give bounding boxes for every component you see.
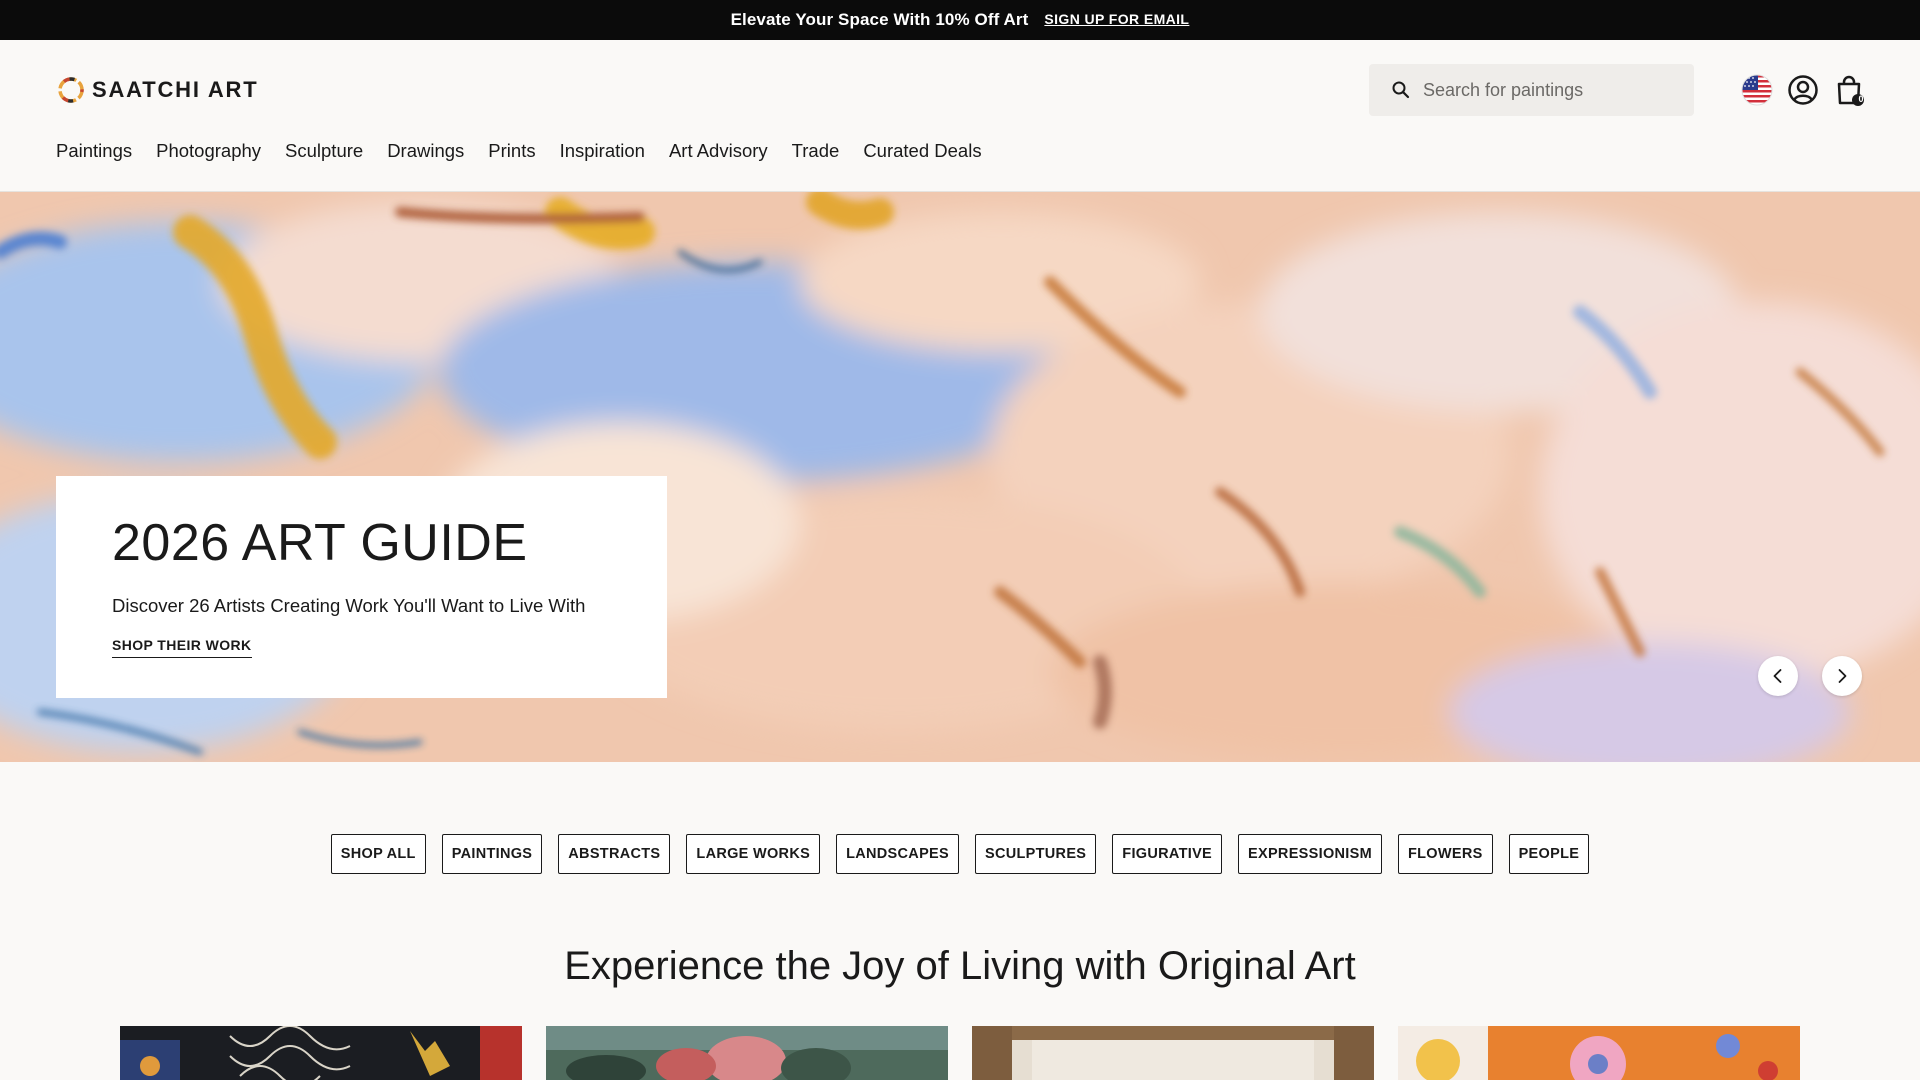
chip-sculptures[interactable]: SCULPTURES [974, 834, 1097, 874]
nav-item-curated-deals[interactable]: Curated Deals [863, 140, 981, 162]
logo-mark-icon [58, 77, 84, 103]
category-chips: SHOP ALL PAINTINGS ABSTRACTS LARGE WORKS… [0, 834, 1920, 874]
main-nav: Paintings Photography Sculpture Drawings… [56, 140, 982, 162]
chip-large-works[interactable]: LARGE WORKS [686, 834, 821, 874]
chip-flowers[interactable]: FLOWERS [1397, 834, 1493, 874]
shop-their-work-link[interactable]: SHOP THEIR WORK [112, 637, 252, 658]
promo-text: Elevate Your Space With 10% Off Art [730, 10, 1029, 29]
nav-item-photography[interactable]: Photography [156, 140, 261, 162]
nav-item-sculpture[interactable]: Sculpture [285, 140, 363, 162]
nav-item-art-advisory[interactable]: Art Advisory [669, 140, 768, 162]
chip-shop-all[interactable]: SHOP ALL [330, 834, 426, 874]
cart-count-badge: 0 [1858, 94, 1864, 104]
chevron-left-icon [1773, 669, 1782, 683]
nav-item-inspiration[interactable]: Inspiration [560, 140, 645, 162]
nav-item-paintings[interactable]: Paintings [56, 140, 132, 162]
carousel-prev-button[interactable] [1758, 656, 1798, 696]
art-thumbnail[interactable] [120, 1026, 522, 1080]
chip-people[interactable]: PEOPLE [1508, 834, 1590, 874]
account-icon[interactable] [1786, 73, 1820, 107]
chip-abstracts[interactable]: ABSTRACTS [558, 834, 671, 874]
promo-bar: Elevate Your Space With 10% Off Art SIGN… [0, 0, 1920, 40]
site-header: SAATCHI ART Search for paintings 0 Paint… [0, 40, 1920, 192]
art-thumbnails [120, 1026, 1800, 1080]
email-signup-link[interactable]: SIGN UP FOR EMAIL [1044, 11, 1189, 27]
search-box[interactable] [1369, 64, 1694, 116]
art-thumbnail-image [1398, 1026, 1800, 1080]
art-thumbnail[interactable] [1398, 1026, 1800, 1080]
hero-banner[interactable]: 2026 ART GUIDE Discover 26 Artists Creat… [0, 192, 1920, 762]
chevron-right-icon [1838, 669, 1847, 683]
hero-title: 2026 ART GUIDE [112, 514, 528, 572]
nav-item-drawings[interactable]: Drawings [387, 140, 464, 162]
section-title: Experience the Joy of Living with Origin… [564, 944, 1356, 988]
art-thumbnail-image [546, 1026, 948, 1080]
chip-paintings[interactable]: PAINTINGS [441, 834, 543, 874]
hero-subtitle: Discover 26 Artists Creating Work You'll… [112, 594, 586, 616]
nav-item-prints[interactable]: Prints [488, 140, 535, 162]
search-icon [1392, 81, 1410, 99]
art-thumbnail-image [972, 1026, 1374, 1080]
chip-expressionism[interactable]: EXPRESSIONISM [1238, 834, 1382, 874]
cart-icon[interactable]: 0 [1832, 73, 1866, 107]
logo-text: SAATCHI ART [92, 77, 259, 102]
chip-landscapes[interactable]: LANDSCAPES [836, 834, 959, 874]
art-thumbnail[interactable] [546, 1026, 948, 1080]
art-thumbnail-image [120, 1026, 522, 1080]
nav-item-trade[interactable]: Trade [792, 140, 840, 162]
art-thumbnail[interactable] [972, 1026, 1374, 1080]
us-flag-icon[interactable] [1740, 73, 1774, 107]
hero-card: 2026 ART GUIDE Discover 26 Artists Creat… [56, 476, 667, 698]
carousel-next-button[interactable] [1822, 656, 1862, 696]
chip-figurative[interactable]: FIGURATIVE [1112, 834, 1223, 874]
search-input[interactable] [1423, 79, 1683, 101]
logo[interactable]: SAATCHI ART [56, 75, 258, 105]
